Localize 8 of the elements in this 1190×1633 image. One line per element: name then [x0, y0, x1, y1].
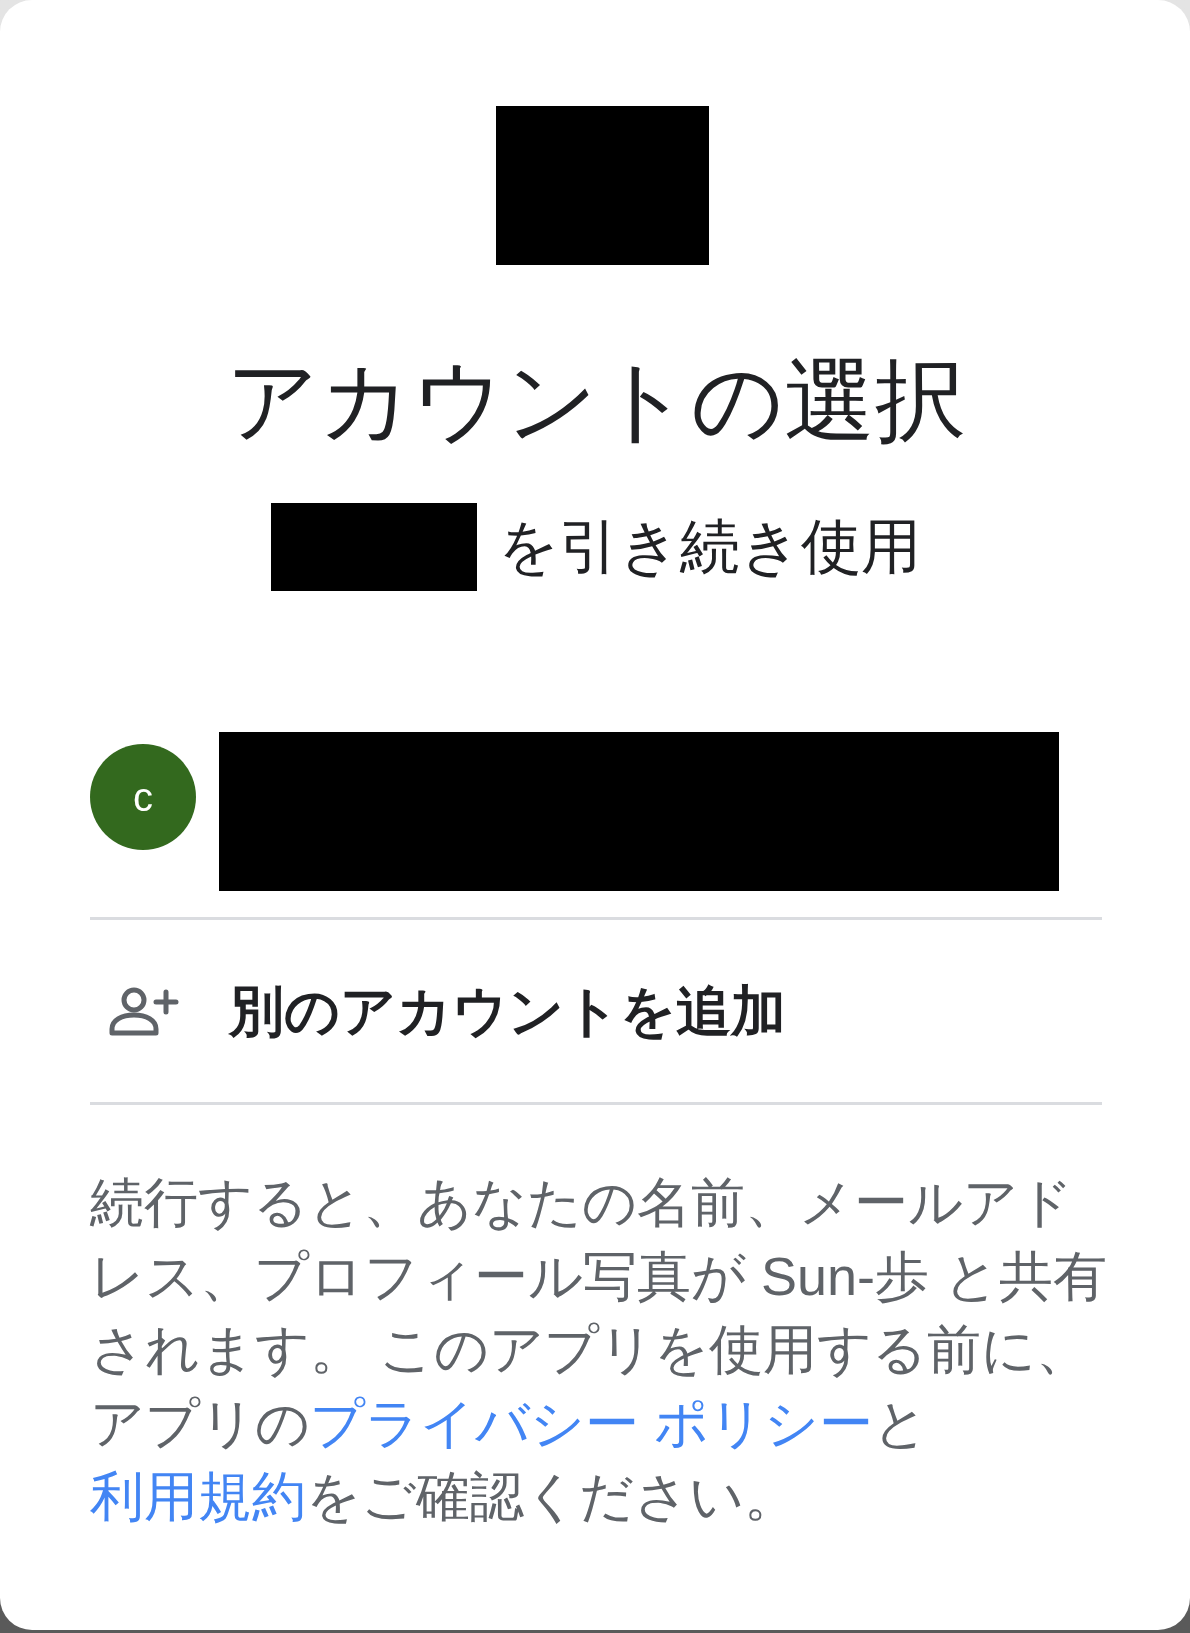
- legal-link[interactable]: プライバシー ポリシー: [310, 1392, 873, 1453]
- person-add-icon: [108, 986, 179, 1036]
- add-account-button[interactable]: 別のアカウントを追加: [90, 920, 1102, 1102]
- legal-link[interactable]: 利用規約: [90, 1466, 306, 1526]
- account-avatar[interactable]: c: [90, 744, 196, 850]
- subtitle: を引き続き使用: [498, 517, 921, 577]
- consent-text: 続行すると、あなたの名前、メールアドレス、プロフィール写真が Sun-歩 と共有されます。 このアプリを使用する前に、アプリのプライバシー ポリシー と 利用規約をご確認ください。: [90, 1171, 1109, 1528]
- page-title: アカウントの選択: [226, 355, 966, 446]
